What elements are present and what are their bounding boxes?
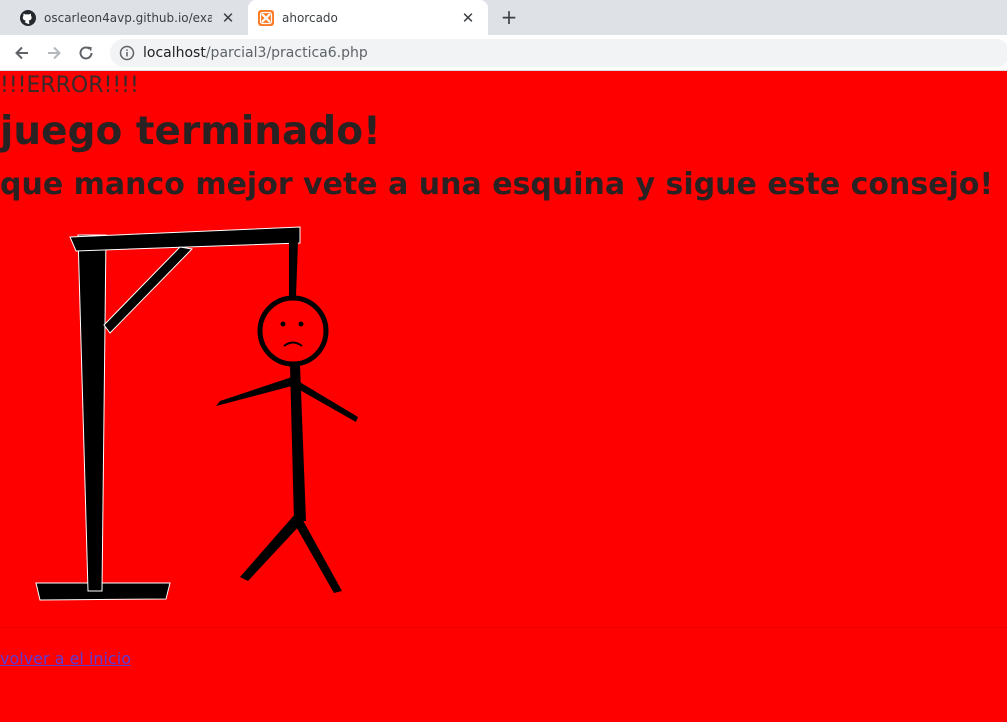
tab-github[interactable]: oscarleon4avp.github.io/examen ✕ — [8, 0, 248, 35]
url-host: localhost — [143, 45, 206, 61]
divider — [0, 627, 1007, 628]
url-path: /parcial3/practica6.php — [205, 45, 368, 61]
arrow-right-icon — [48, 46, 61, 60]
address-bar[interactable]: localhost/parcial3/practica6.php — [110, 39, 1007, 67]
xampp-icon — [258, 9, 274, 26]
back-to-start-link[interactable]: volver a el inicio — [0, 649, 131, 668]
plus-icon: + — [500, 5, 518, 29]
tab-strip: oscarleon4avp.github.io/examen ✕ ahorcad… — [0, 0, 1007, 35]
reload-icon — [79, 46, 93, 60]
tab-ahorcado[interactable]: ahorcado ✕ — [248, 0, 488, 35]
arrow-left-icon — [15, 46, 28, 60]
back-button[interactable] — [10, 41, 34, 65]
page-subtitle: que manco mejor vete a una esquina y sig… — [0, 167, 994, 202]
github-icon — [20, 9, 36, 26]
tab-title: oscarleon4avp.github.io/examen — [44, 10, 212, 25]
hangman-drawing — [35, 226, 358, 601]
close-icon[interactable]: ✕ — [220, 9, 236, 27]
page-content: !!!ERROR!!!! juego terminado! que manco … — [0, 71, 1007, 722]
browser-toolbar: localhost/parcial3/practica6.php — [0, 35, 1007, 71]
tab-title: ahorcado — [282, 10, 338, 25]
forward-button[interactable] — [42, 41, 66, 65]
info-icon[interactable] — [119, 45, 135, 61]
reload-button[interactable] — [74, 41, 98, 65]
close-icon[interactable]: ✕ — [460, 9, 476, 27]
new-tab-button[interactable]: + — [498, 5, 520, 29]
page-title: juego terminado! — [0, 109, 381, 154]
error-text: !!!ERROR!!!! — [0, 73, 139, 98]
